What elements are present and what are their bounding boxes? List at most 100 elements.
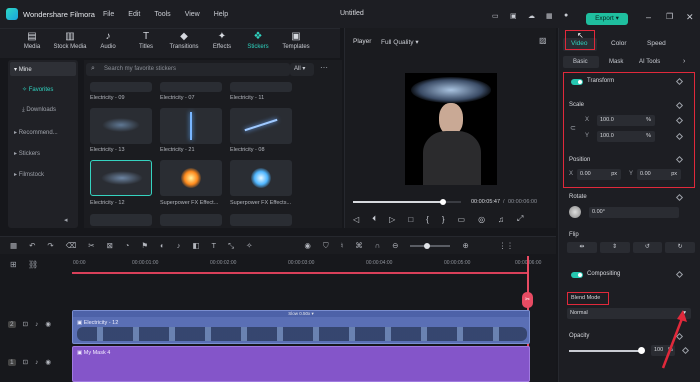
expand-icon[interactable]: ⤢ bbox=[517, 214, 523, 224]
link-icon[interactable]: ⊂ bbox=[570, 124, 576, 132]
layout-grid-icon[interactable]: ⋮⋮ bbox=[499, 241, 514, 250]
collapse-sidebar-icon[interactable]: ◂ bbox=[64, 216, 68, 224]
tool-media[interactable]: ▤ Media bbox=[14, 31, 50, 50]
mic-icon[interactable]: ♮ bbox=[341, 241, 344, 250]
track-visibility-icon[interactable]: ◉ bbox=[45, 358, 51, 366]
tab-color[interactable]: Color bbox=[611, 40, 627, 47]
render-icon[interactable]: ◉ bbox=[304, 241, 311, 250]
layout-icon[interactable]: ▭ bbox=[492, 12, 499, 20]
grid-icon[interactable]: ▦ bbox=[10, 241, 17, 250]
menu-file[interactable]: File bbox=[103, 11, 114, 18]
rotate-right-icon[interactable]: ↻ bbox=[665, 242, 695, 253]
crop-icon[interactable]: ⊠ bbox=[107, 241, 113, 250]
transform-toggle[interactable] bbox=[571, 79, 583, 85]
tool-audio[interactable]: ♪ Audio bbox=[90, 31, 126, 50]
delete-icon[interactable]: ⌫ bbox=[66, 241, 77, 250]
playback-scrubber[interactable] bbox=[440, 199, 446, 205]
tool-templates[interactable]: ▣ Templates bbox=[278, 31, 314, 50]
snap-icon[interactable]: ⌘ bbox=[355, 241, 363, 250]
scale-x-input[interactable]: 100.0% bbox=[597, 115, 655, 126]
bracket-close-icon[interactable]: } bbox=[442, 215, 445, 224]
marker-icon[interactable]: ⚑ bbox=[141, 241, 148, 250]
filter-dropdown[interactable]: All ▾ bbox=[290, 63, 314, 76]
close-icon[interactable]: ✕ bbox=[686, 12, 694, 23]
sidebar-item-stickers[interactable]: ▸ Stickers bbox=[14, 150, 40, 157]
volume-icon[interactable]: ♫ bbox=[498, 215, 504, 224]
flip-horizontal-icon[interactable]: ⇹ bbox=[567, 242, 597, 253]
sidebar-item-recommended[interactable]: ▸ Recommend... bbox=[14, 129, 58, 136]
track-audio-icon[interactable]: ♪ bbox=[35, 359, 38, 366]
magnet-icon[interactable]: ∩ bbox=[375, 241, 380, 250]
keyframe-icon[interactable] bbox=[675, 193, 684, 202]
split-icon[interactable]: ✂ bbox=[88, 241, 94, 250]
step-back-icon[interactable]: ⏴ bbox=[372, 214, 376, 224]
quality-dropdown[interactable]: Full Quality ▾ bbox=[381, 38, 419, 46]
add-track-icon[interactable]: ⊞ bbox=[10, 260, 17, 269]
redo-icon[interactable]: ↷ bbox=[47, 241, 53, 250]
stop-icon[interactable]: □ bbox=[408, 215, 413, 224]
sticker-electricity-08[interactable] bbox=[230, 108, 292, 144]
restore-icon[interactable]: ❐ bbox=[666, 12, 673, 21]
camera-icon[interactable]: ◎ bbox=[478, 215, 485, 224]
export-button[interactable]: Export ▾ bbox=[586, 13, 628, 25]
menu-view[interactable]: View bbox=[185, 11, 200, 18]
playhead-cut-icon[interactable]: ✂ bbox=[522, 292, 533, 308]
tool-titles[interactable]: T Titles bbox=[128, 31, 164, 50]
grid-icon[interactable]: ▦ bbox=[546, 12, 553, 20]
fullscreen-preview-icon[interactable]: ▭ bbox=[458, 215, 466, 224]
previous-frame-icon[interactable]: ◁ bbox=[353, 215, 359, 224]
zoom-out-icon[interactable]: ⊖ bbox=[392, 241, 398, 250]
rotate-left-icon[interactable]: ↺ bbox=[632, 242, 663, 253]
menu-edit[interactable]: Edit bbox=[128, 11, 140, 18]
chevron-right-icon[interactable]: › bbox=[683, 58, 685, 65]
bracket-open-icon[interactable]: { bbox=[426, 215, 429, 224]
menu-help[interactable]: Help bbox=[214, 11, 228, 18]
tool-transitions[interactable]: ◆ Transitions bbox=[166, 31, 202, 50]
sticker-electricity-12[interactable] bbox=[90, 160, 152, 196]
transform-tool-icon[interactable]: ⤡ bbox=[228, 241, 234, 251]
position-x-input[interactable]: 0.00 px bbox=[577, 169, 621, 180]
track-lock-icon[interactable]: ⊡ bbox=[23, 358, 28, 366]
shield-icon[interactable]: ⛉ bbox=[323, 241, 329, 251]
sticker-thumb[interactable] bbox=[160, 82, 222, 92]
color-icon[interactable]: ◐ bbox=[160, 241, 165, 250]
sticker-search-input[interactable]: ⌕ Search my favorite stickers bbox=[86, 63, 290, 76]
cloud-icon[interactable]: ☁ bbox=[528, 12, 535, 20]
subtab-ai-tools[interactable]: AI Tools bbox=[639, 59, 660, 65]
zoom-slider-handle[interactable] bbox=[424, 242, 431, 249]
snapshot-image-icon[interactable]: ▨ bbox=[539, 36, 547, 45]
sticker-electricity-13[interactable] bbox=[90, 108, 152, 144]
tab-speed[interactable]: Speed bbox=[647, 40, 666, 47]
compositing-toggle[interactable] bbox=[571, 272, 583, 278]
ai-icon[interactable]: ✧ bbox=[246, 241, 252, 250]
sidebar-item-favorites[interactable]: ✧ Favorites bbox=[22, 86, 53, 93]
position-y-input[interactable]: 0.00 px bbox=[637, 169, 681, 180]
sidebar-item-downloads[interactable]: ⤓ Downloads bbox=[22, 107, 56, 114]
undo-icon[interactable]: ↶ bbox=[29, 241, 35, 250]
link-tracks-icon[interactable]: ⛓ bbox=[28, 260, 38, 269]
sticker-electricity-21[interactable] bbox=[160, 108, 222, 144]
subtab-mask[interactable]: Mask bbox=[609, 59, 623, 65]
sticker-thumb[interactable] bbox=[90, 82, 152, 92]
keyframe-icon[interactable] bbox=[675, 270, 684, 279]
menu-tools[interactable]: Tools bbox=[154, 11, 170, 18]
track-audio-icon[interactable]: ♪ bbox=[35, 321, 38, 328]
zoom-slider[interactable] bbox=[410, 242, 451, 249]
more-icon[interactable]: ⋯ bbox=[320, 63, 328, 72]
tool-effects[interactable]: ✦ Effects bbox=[204, 31, 240, 50]
sticker-thumb[interactable] bbox=[230, 214, 292, 226]
sidebar-item-filmstock[interactable]: ▸ Filmstock bbox=[14, 171, 44, 178]
tool-stock-media[interactable]: ▥ Stock Media bbox=[52, 31, 88, 50]
text-icon[interactable]: T bbox=[212, 241, 217, 250]
sticker-clip[interactable]: Slow 0.50x ▾ ▣ Electricity - 12 bbox=[72, 310, 530, 344]
sticker-superpower-2[interactable] bbox=[230, 160, 292, 196]
monitor-icon[interactable]: ▣ bbox=[510, 12, 517, 20]
minimize-icon[interactable]: – bbox=[646, 12, 651, 22]
sticker-superpower-1[interactable] bbox=[160, 160, 222, 196]
account-icon[interactable]: ● bbox=[564, 12, 568, 19]
flip-vertical-icon[interactable]: ⇕ bbox=[599, 242, 630, 253]
tool-stickers[interactable]: ❖ Stickers bbox=[240, 31, 276, 50]
track-visibility-icon[interactable]: ◉ bbox=[45, 320, 51, 328]
speed-icon[interactable]: ◔ bbox=[125, 241, 130, 250]
scale-y-input[interactable]: 100.0% bbox=[597, 131, 655, 142]
